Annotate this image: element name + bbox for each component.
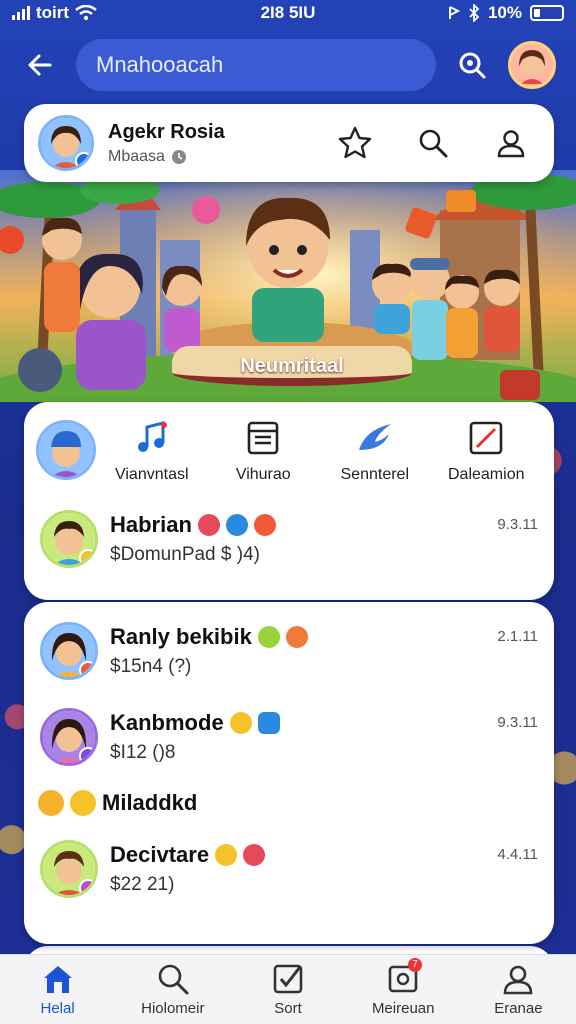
nav-label: Eranae [494,1000,543,1017]
chat-preview: $15n4 (?) [110,656,192,677]
chat-time: 2.1.11 [497,628,538,645]
chat-name: Habrian [110,512,192,537]
quick-action-label: Daleamion [448,466,525,483]
chat-preview: $DomunPad $ )4) [110,544,260,565]
chat-time: 9.3.11 [497,516,538,533]
bluetooth-icon [469,4,480,22]
profile-card[interactable]: Agekr Rosia Mbaasa [24,104,554,182]
quick-action-label: Sennterel [340,466,410,483]
back-button[interactable] [20,45,60,85]
emoji-icon [38,790,64,816]
nav-notifications[interactable]: 7 Meireuan [346,955,461,1024]
profile-subtitle: Mbaasa [108,147,165,165]
chat-time: 9.3.11 [497,714,538,731]
profile-avatar [38,115,94,171]
search-button[interactable] [452,45,492,85]
nav-label: Sort [274,1000,302,1017]
quick-actions-card: Vianvntasl Vihurao Sennterel Daleamion H… [24,402,554,600]
location-icon [448,6,460,19]
chat-row-featured[interactable]: Habrian $DomunPad $ )4) 9.3.11 [24,496,554,582]
profile-icon [504,965,533,995]
quick-action-calendar[interactable]: Vihurao [208,418,320,484]
favorite-button[interactable] [336,124,374,162]
battery-icon [530,5,564,21]
emoji-icon [285,626,308,648]
emoji-icon [257,626,280,648]
chat-time: 4.4.11 [497,846,538,863]
chat-avatar [40,840,98,898]
emoji-icon [253,514,276,536]
status-icon [79,661,95,677]
chat-row[interactable]: Decivtare $22 21) 4.4.11 [24,826,554,912]
nav-home[interactable]: Helal [0,955,115,1024]
chat-name: Kanbmode [110,710,224,735]
status-icon [79,747,95,763]
nav-label: Meireuan [371,1000,435,1017]
emoji-icon [257,712,280,734]
nav-label: Hiolomeir [141,1000,205,1017]
swoosh-icon [358,424,391,450]
chat-name: Decivtare [110,842,210,867]
chat-preview: $22 21) [110,874,175,895]
nav-label: Helal [40,1000,75,1017]
carrier-label: toirt [36,3,70,22]
emoji-icon [197,514,220,536]
quick-action-music[interactable]: Vianvntasl [96,418,208,484]
verified-icon [75,152,91,168]
home-icon [43,966,72,993]
user-icon [497,130,525,158]
section-header: Miladdkd [24,780,554,826]
notification-badge: 7 [408,958,423,972]
arrow-left-icon [28,54,52,76]
chat-list-card: Ranly bekibik $15n4 (?) 2.1.11 Kanbmode … [24,602,554,944]
emoji-icon [243,844,266,866]
nav-profile[interactable]: Eranae [461,955,576,1024]
signal-icon [12,6,30,20]
emoji-icon [70,790,96,816]
profile-search-button[interactable] [414,124,452,162]
chat-avatar [40,622,98,680]
emoji-icon [215,844,238,866]
profile-user-button[interactable] [492,124,530,162]
emoji-status-icon [79,549,95,565]
profile-name: Agekr Rosia [108,120,225,143]
calendar-icon [247,421,279,455]
emoji-icon [229,712,252,734]
search-icon [459,52,486,79]
clock-icon [171,149,186,164]
status-bar: toirt 2I8 5IU 10% [0,0,576,26]
quick-action-edit[interactable]: Daleamion [431,418,543,484]
quick-action-swoosh[interactable]: Sennterel [319,418,431,484]
wifi-icon [75,5,97,21]
clock: 2I8 5IU [260,3,316,22]
battery-percent: 10% [487,3,522,22]
nav-sort[interactable]: Sort [230,955,345,1024]
star-icon [338,126,372,159]
chat-preview: $I12 ()8 [110,742,176,763]
section-label: Miladdkd [102,790,198,815]
search-icon [419,129,448,158]
emoji-icon [225,514,248,536]
music-note-icon [137,421,167,452]
chat-avatar [40,510,98,568]
check-square-icon [273,964,303,994]
search-input[interactable]: Mnahooacah [76,39,436,91]
edit-square-icon [469,421,503,455]
quick-avatar[interactable] [36,420,96,480]
user-avatar[interactable] [508,41,556,89]
nav-search[interactable]: Hiolomeir [115,955,230,1024]
chat-row[interactable]: Ranly bekibik $15n4 (?) 2.1.11 [24,608,554,694]
top-bar: Mnahooacah [0,28,576,102]
chat-name: Ranly bekibik [110,624,252,649]
quick-action-label: Vianvntasl [114,466,189,483]
chat-row[interactable]: Kanbmode $I12 ()8 9.3.11 [24,694,554,780]
quick-action-label: Vihurao [235,466,291,483]
search-icon [158,964,189,995]
bottom-nav: Helal Hiolomeir Sort 7 Meireuan Eranae [0,954,576,1024]
chat-avatar [40,708,98,766]
status-icon [79,879,95,895]
banner-caption: Neumritaal [172,346,412,386]
